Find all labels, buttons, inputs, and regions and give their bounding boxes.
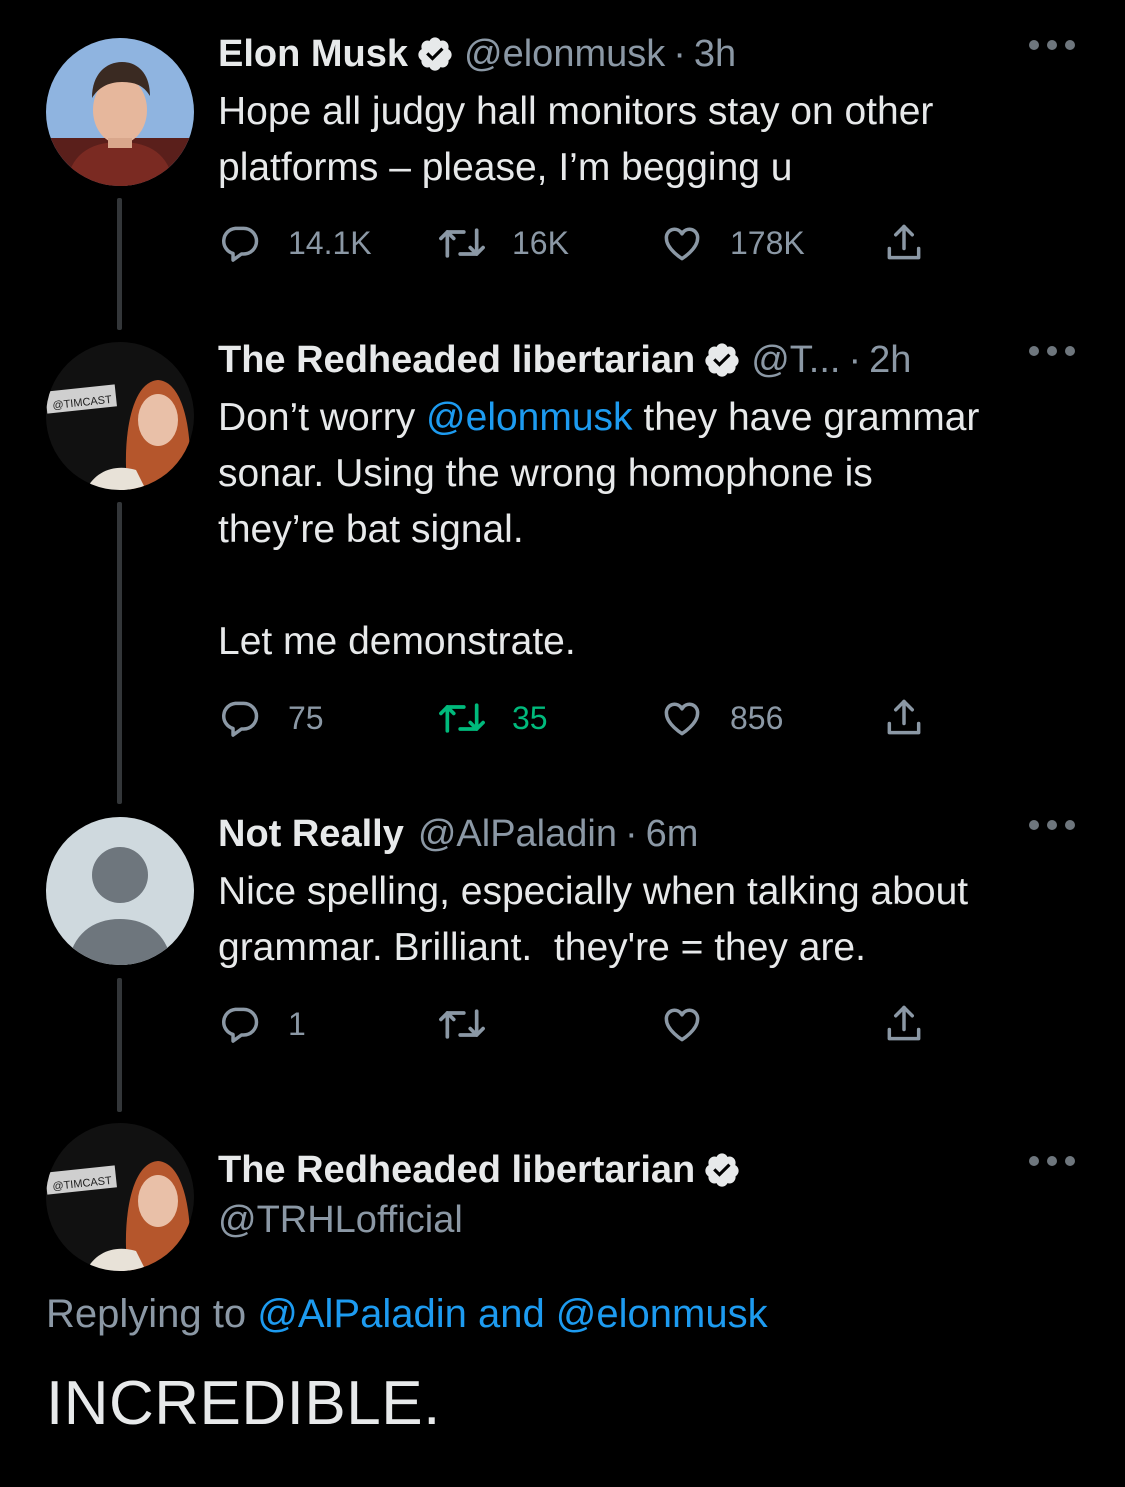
tweet-actions: 75 35 856 xyxy=(218,693,938,743)
tweet-text-part: Don’t worry xyxy=(218,396,427,439)
reply-icon xyxy=(218,1002,262,1046)
tweet-text: INCREDIBLE. xyxy=(46,1369,441,1438)
reply-button[interactable]: 14.1K xyxy=(218,218,372,268)
heart-icon xyxy=(660,221,704,265)
mention-link[interactable]: @elonmusk xyxy=(426,396,633,439)
separator-dot: · xyxy=(848,338,862,381)
default-avatar-icon xyxy=(46,817,194,965)
retweet-icon xyxy=(436,221,488,265)
reply-count: 75 xyxy=(288,699,324,736)
retweet-icon xyxy=(436,1002,488,1046)
author-name[interactable]: The Redheaded libertarian xyxy=(218,1149,695,1192)
retweet-button[interactable]: 35 xyxy=(436,693,548,743)
verified-badge-icon xyxy=(416,35,454,73)
timestamp[interactable]: 2h xyxy=(869,339,911,382)
author-handle[interactable]: @elonmusk xyxy=(464,33,665,76)
more-icon[interactable] xyxy=(1029,1154,1075,1168)
avatar-elon-musk[interactable] xyxy=(46,38,194,186)
reply-count: 1 xyxy=(288,1005,306,1042)
tweet-header: Not Really @AlPaladin · 6m xyxy=(218,812,1075,856)
more-icon[interactable] xyxy=(1029,818,1075,832)
avatar-not-really[interactable] xyxy=(46,817,194,965)
tweet-text: Don’t worry @elonmusk they have grammar … xyxy=(218,390,1075,670)
avatar-redheaded-libertarian[interactable]: @TIMCAST xyxy=(46,342,194,490)
author-handle-row: @TRHLofficial xyxy=(218,1198,1075,1242)
tweet-actions: 14.1K 16K 178K xyxy=(218,218,938,268)
tweet-header: The Redheaded libertarian xyxy=(218,1148,1075,1192)
reply-icon xyxy=(218,221,262,265)
reply-icon xyxy=(218,696,262,740)
reply-button[interactable]: 1 xyxy=(218,999,306,1049)
tweet-text: Hope all judgy hall monitors stay on oth… xyxy=(218,90,934,189)
heart-icon xyxy=(660,1002,704,1046)
like-count: 178K xyxy=(730,224,805,261)
thread-line xyxy=(117,198,122,330)
author-name[interactable]: Not Really xyxy=(218,813,404,856)
like-button[interactable] xyxy=(660,999,730,1049)
share-icon xyxy=(882,696,926,740)
timestamp[interactable]: 6m xyxy=(646,813,699,856)
share-button[interactable] xyxy=(882,218,952,268)
avatar-redheaded-libertarian-image: @TIMCAST xyxy=(46,342,194,490)
retweet-count: 35 xyxy=(512,699,548,736)
more-icon[interactable] xyxy=(1029,344,1075,358)
thread-line xyxy=(117,502,122,804)
author-handle[interactable]: @AlPaladin xyxy=(418,813,617,856)
retweet-count: 16K xyxy=(512,224,569,261)
share-icon xyxy=(882,221,926,265)
avatar-redheaded-libertarian[interactable]: @TIMCAST xyxy=(46,1123,194,1271)
more-icon[interactable] xyxy=(1029,38,1075,52)
like-button[interactable]: 856 xyxy=(660,693,783,743)
replying-to-mentions[interactable]: @AlPaladin and @elonmusk xyxy=(257,1292,767,1336)
retweet-button[interactable] xyxy=(436,999,512,1049)
author-name[interactable]: Elon Musk xyxy=(218,33,408,76)
author-handle[interactable]: @TRHLofficial xyxy=(218,1199,463,1242)
timestamp[interactable]: 3h xyxy=(694,33,736,76)
reply-button[interactable]: 75 xyxy=(218,693,324,743)
tweet-header: The Redheaded libertarian @T... · 2h xyxy=(218,338,1075,382)
separator-dot: · xyxy=(624,812,638,855)
like-button[interactable]: 178K xyxy=(660,218,805,268)
author-name[interactable]: The Redheaded libertarian xyxy=(218,339,695,382)
retweet-icon xyxy=(436,696,488,740)
tweet-text: Nice spelling, especially when talking a… xyxy=(218,870,969,969)
tweet-header: Elon Musk @elonmusk · 3h xyxy=(218,32,1075,76)
heart-icon xyxy=(660,696,704,740)
reply-count: 14.1K xyxy=(288,224,372,261)
share-icon xyxy=(882,1002,926,1046)
author-handle[interactable]: @T... xyxy=(751,339,840,382)
replying-to-label: Replying to xyxy=(46,1292,258,1336)
like-count: 856 xyxy=(730,699,784,736)
replying-to: Replying to @AlPaladin and @elonmusk xyxy=(46,1292,768,1337)
verified-badge-icon xyxy=(703,1151,741,1189)
avatar-elon-musk-image xyxy=(46,38,194,186)
thread-line xyxy=(117,978,122,1112)
tweet-actions: 1 xyxy=(218,999,938,1049)
avatar-redheaded-libertarian-image: @TIMCAST xyxy=(46,1123,194,1271)
share-button[interactable] xyxy=(882,693,952,743)
separator-dot: · xyxy=(673,32,686,75)
retweet-button[interactable]: 16K xyxy=(436,218,569,268)
verified-badge-icon xyxy=(703,341,741,379)
share-button[interactable] xyxy=(882,999,952,1049)
